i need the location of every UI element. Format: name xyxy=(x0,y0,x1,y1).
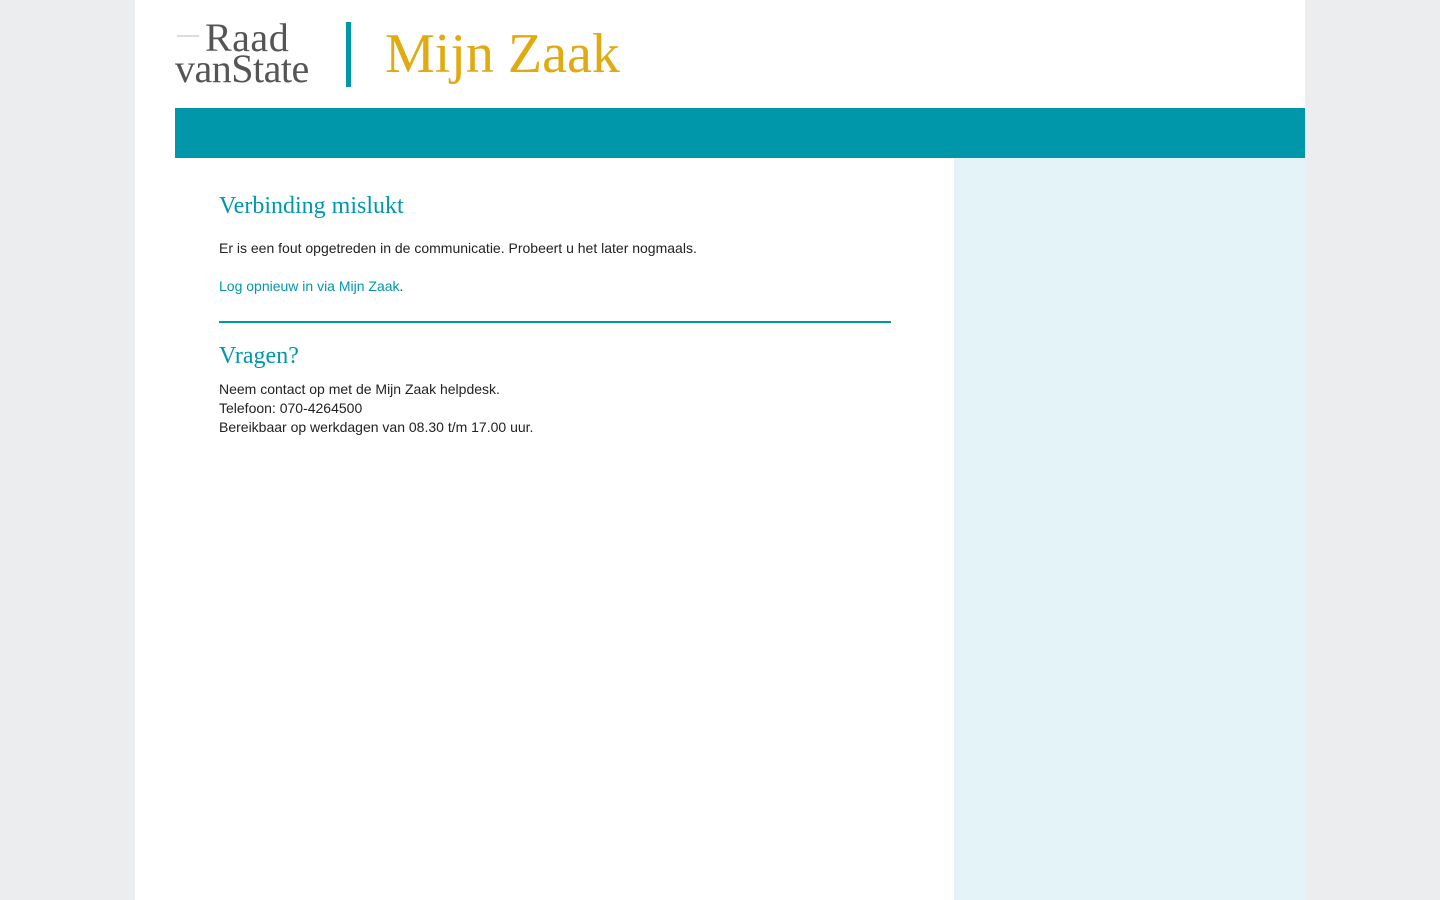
logo-mark xyxy=(177,35,199,37)
relogin-link[interactable]: Log opnieuw in via Mijn Zaak xyxy=(219,278,400,294)
sidebar xyxy=(954,158,1305,900)
relogin-paragraph: Log opnieuw in via Mijn Zaak. xyxy=(219,277,403,295)
error-heading: Verbinding mislukt xyxy=(219,193,404,219)
header-divider xyxy=(346,22,351,87)
hours-line: Bereikbaar op werkdagen van 08.30 t/m 17… xyxy=(219,419,534,435)
questions-heading: Vragen? xyxy=(219,343,299,369)
site-header: Raad vanState Mijn Zaak xyxy=(175,0,1305,108)
nav-bar xyxy=(175,108,1305,158)
helpdesk-contact: Neem contact op met de Mijn Zaak helpdes… xyxy=(219,380,533,437)
error-message: Er is een fout opgetreden in de communic… xyxy=(219,240,697,256)
app-title: Mijn Zaak xyxy=(385,23,620,85)
phone-line: Telefoon: 070-4264500 xyxy=(219,400,363,416)
raad-van-state-logo[interactable]: Raad vanState xyxy=(175,18,320,91)
section-divider xyxy=(219,321,891,323)
contact-line: Neem contact op met de Mijn Zaak helpdes… xyxy=(219,381,500,397)
logo-text-line2: vanState xyxy=(175,46,309,91)
relogin-suffix: . xyxy=(399,278,404,294)
page-container: Raad vanState Mijn Zaak Verbinding mislu… xyxy=(135,0,1305,900)
